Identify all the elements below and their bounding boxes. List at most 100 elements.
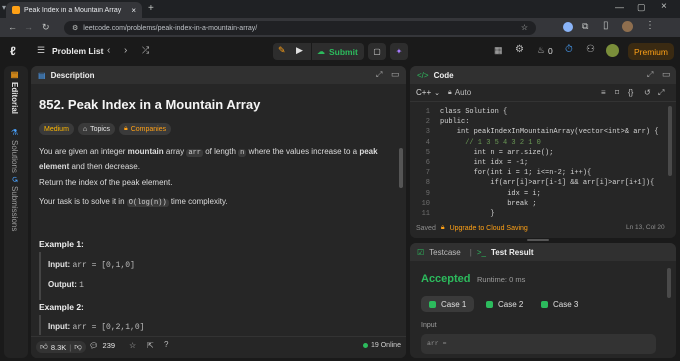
upgrade-lock-icon: 🔒︎ [440, 224, 445, 231]
line-number: 11 [421, 210, 430, 218]
notes-button[interactable]: ▢ [368, 43, 386, 60]
favorite-star-icon[interactable]: ☆ [129, 341, 136, 350]
side-panel-icon[interactable]: ▯ [603, 20, 609, 31]
format-icon[interactable]: ≡ [601, 88, 606, 97]
rail-submissions-label: Submissions [10, 185, 19, 232]
extension-icon[interactable] [563, 22, 573, 32]
problem-list-icon[interactable]: ☰ [37, 45, 45, 56]
testcase-check-icon: ☑ [417, 247, 425, 257]
address-bar[interactable]: ⚙ leetcode.com/problems/peak-index-in-a-… [64, 21, 536, 35]
prev-problem-icon[interactable]: ‹ [107, 45, 110, 56]
tab-testcase[interactable]: Testcase [429, 248, 461, 257]
braces-icon[interactable]: {} [628, 88, 633, 97]
rail-solutions[interactable]: ⚗ Solutions [10, 128, 19, 173]
chrome-menu-icon[interactable]: ⋮ [645, 20, 655, 31]
extensions-puzzle-icon[interactable]: ⧉ [582, 21, 588, 32]
code-line: int n = arr.size(); [440, 148, 554, 157]
expand-icon[interactable]: ⤢ [376, 70, 382, 80]
solutions-flask-icon: ⚗ [10, 128, 19, 137]
forward-icon[interactable]: → [24, 23, 33, 32]
tab-code[interactable]: Code [434, 71, 454, 80]
p3-text-a: Your task is to solve it in [39, 197, 125, 206]
language-select[interactable]: C++ ⌄ [416, 88, 440, 97]
code-line: int idx = -1; [440, 159, 529, 167]
code-line: break ; [440, 199, 537, 208]
back-icon[interactable]: ← [8, 23, 17, 32]
leetcode-logo-icon[interactable]: ℓ [10, 44, 16, 58]
user-avatar[interactable] [606, 44, 619, 57]
site-info-icon[interactable]: ⚙ [72, 25, 78, 32]
left-rail: ▤ Editorial ⚗ Solutions ↺ Submissions [4, 66, 28, 358]
line-number: 3 [425, 128, 430, 137]
code-scrollbar[interactable] [668, 106, 672, 176]
line-number: 1 [425, 108, 430, 116]
tab-description[interactable]: Description [51, 71, 95, 80]
bookmark-icon[interactable]: ⌑ [615, 88, 619, 97]
topics-tag[interactable]: ⌂ Topics [77, 123, 115, 135]
maximize-icon[interactable]: ▢ [637, 2, 646, 13]
browser-tab[interactable]: Peak Index in a Mountain Array × [6, 2, 142, 18]
code-expand-icon[interactable]: ⤢ [647, 70, 653, 80]
ex1-output-value: 1 [79, 281, 84, 290]
reload-icon[interactable]: ↻ [42, 23, 50, 32]
line-number: 6 [425, 159, 430, 167]
ai-assistant-button[interactable]: ✦ [390, 43, 408, 60]
sparkle-icon: ✦ [395, 47, 403, 56]
help-icon[interactable]: ? [164, 340, 168, 349]
line-number: 10 [421, 199, 430, 208]
code-collapse-icon[interactable]: ▭ [662, 69, 671, 80]
example-1-title: Example 1: [39, 239, 84, 249]
p1-text-e: where the values increase to a [248, 147, 358, 156]
collapse-icon[interactable]: ▭ [391, 69, 400, 80]
close-tab-icon[interactable]: × [131, 6, 136, 15]
line-number: 7 [425, 169, 430, 178]
case-1-tab[interactable]: Case 1 [421, 296, 475, 312]
layout-icon[interactable]: ▦ [494, 45, 503, 56]
case-1-pass-icon [429, 300, 436, 308]
line-number: 2 [425, 118, 430, 127]
line-number: 4 [425, 138, 430, 147]
case-3-tab[interactable]: Case 3 [533, 296, 586, 312]
thumbs-down-icon[interactable]: 👎︎ [74, 342, 82, 352]
next-problem-icon[interactable]: › [124, 45, 127, 56]
panel-resize-handle[interactable] [527, 239, 549, 241]
case-2-label: Case 2 [498, 299, 524, 309]
timer-icon[interactable]: ⏱ [565, 44, 573, 55]
profile-avatar[interactable] [622, 21, 633, 32]
minimize-icon[interactable]: — [615, 2, 624, 12]
window-close-icon[interactable]: × [661, 1, 667, 12]
test-scrollbar[interactable] [667, 268, 671, 298]
cloud-upload-icon: ☁ [317, 47, 325, 56]
description-scrollbar[interactable] [399, 148, 403, 188]
like-button[interactable]: 👍︎ 8.3K | 👎︎ [36, 341, 86, 353]
rail-editorial[interactable]: ▤ Editorial [10, 70, 19, 114]
tab-title: Peak Index in a Mountain Array [24, 6, 122, 14]
example-1-output: Output: 1 [48, 280, 84, 290]
upgrade-cloud-link[interactable]: Upgrade to Cloud Saving [450, 225, 528, 232]
run-icon[interactable]: ▶ [296, 45, 303, 56]
premium-button[interactable]: Premium [628, 43, 674, 60]
new-tab-icon[interactable]: + [148, 3, 154, 14]
problem-list-link[interactable]: Problem List [52, 46, 103, 56]
rail-submissions[interactable]: ↺ Submissions [10, 176, 19, 231]
reset-icon[interactable]: ↺ [644, 88, 651, 97]
share-icon[interactable]: ⇱ [147, 341, 154, 350]
auto-mode-toggle[interactable]: 🔒︎ Auto [448, 88, 471, 97]
comments-button[interactable]: 💬︎ 239 [89, 341, 115, 350]
add-friend-icon[interactable]: ⚇ [586, 44, 595, 55]
bookmark-star-icon[interactable]: ☆ [521, 24, 528, 32]
code-editor[interactable]: 1 class Solution {2 public: 3 int peakIndex… [410, 106, 666, 218]
case-2-tab[interactable]: Case 2 [478, 296, 531, 312]
debug-icon[interactable]: ✎ [278, 45, 286, 56]
fullscreen-icon[interactable]: ⤢ [658, 88, 664, 98]
random-problem-icon[interactable]: ⤮ [142, 45, 149, 56]
tab-test-result[interactable]: Test Result [491, 248, 534, 257]
settings-gear-icon[interactable]: ⚙ [515, 44, 524, 55]
example-2-bar [39, 315, 41, 335]
save-status: Saved 🔒︎ Upgrade to Cloud Saving [416, 224, 528, 232]
streak-fire-icon[interactable]: ♨ [537, 45, 545, 56]
description-header: ▤ Description [31, 66, 406, 84]
online-indicator: 19 Online [363, 342, 401, 349]
submit-button[interactable]: ☁ Submit [312, 43, 364, 60]
companies-tag[interactable]: 🔒︎ Companies [118, 123, 172, 135]
